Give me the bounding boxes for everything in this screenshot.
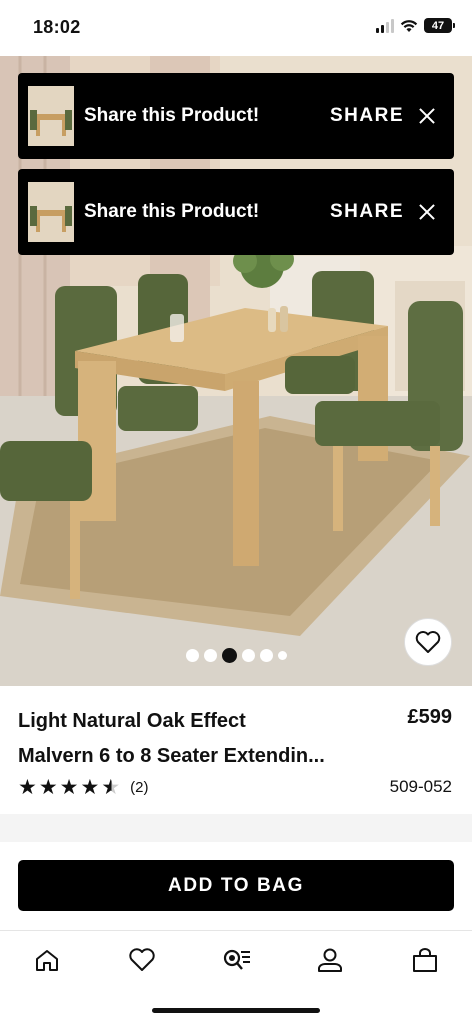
toast-message: Share this Product! (84, 201, 260, 222)
star-icon: ★ (18, 776, 37, 799)
half-star-icon: ★ (101, 776, 121, 799)
carousel-dot[interactable] (278, 651, 287, 660)
nav-home[interactable] (27, 945, 67, 975)
carousel-dot[interactable] (186, 649, 199, 662)
home-indicator[interactable] (152, 1008, 320, 1013)
section-divider (0, 814, 472, 844)
account-icon (318, 948, 342, 972)
carousel-dot[interactable] (204, 649, 217, 662)
search-list-icon (223, 949, 250, 970)
nav-bag[interactable] (405, 945, 445, 975)
battery-icon: 47 (424, 18, 455, 33)
share-toast[interactable]: Share this Product! SHARE (18, 73, 454, 159)
wishlist-button[interactable] (404, 618, 452, 666)
product-price: £599 (407, 706, 453, 728)
status-bar: 18:02 47 (0, 0, 472, 56)
product-title-line2: Malvern 6 to 8 Seater Extendin... (18, 745, 325, 767)
toast-product-thumbnail (28, 182, 74, 242)
star-rating[interactable]: ★ ★ ★ ★ ★ (2) (18, 777, 148, 798)
star-icon: ★ (80, 776, 100, 799)
toast-share-button[interactable]: SHARE (330, 201, 404, 223)
close-icon[interactable] (418, 107, 436, 125)
heart-icon (129, 948, 155, 971)
carousel-dot[interactable] (260, 649, 273, 662)
toast-share-button[interactable]: SHARE (330, 105, 404, 127)
nav-account[interactable] (310, 945, 350, 975)
home-icon (36, 950, 58, 971)
product-title-line1: Light Natural Oak Effect (18, 710, 246, 732)
nav-search[interactable] (216, 945, 256, 975)
toast-product-thumbnail (28, 86, 74, 146)
carousel-dot-active[interactable] (222, 648, 237, 663)
item-code: 509-052 (389, 777, 452, 796)
toast-message: Share this Product! (84, 105, 260, 126)
status-icons: 47 (376, 18, 455, 33)
status-time: 18:02 (33, 17, 81, 37)
bag-icon (413, 948, 437, 972)
share-toast[interactable]: Share this Product! SHARE (18, 169, 454, 255)
star-icon: ★ (59, 776, 79, 799)
nav-favourites[interactable] (122, 945, 162, 975)
add-to-bag-button[interactable]: ADD TO BAG (18, 860, 454, 911)
close-icon[interactable] (418, 203, 436, 221)
review-count[interactable]: (2) (130, 779, 148, 796)
signal-icon (376, 18, 394, 33)
carousel-dot[interactable] (242, 649, 255, 662)
wifi-icon (400, 19, 418, 32)
heart-icon (415, 631, 441, 653)
product-title: Light Natural Oak Effect Malvern 6 to 8 … (18, 704, 388, 774)
star-icon: ★ (38, 776, 58, 799)
carousel-dots (186, 648, 287, 663)
